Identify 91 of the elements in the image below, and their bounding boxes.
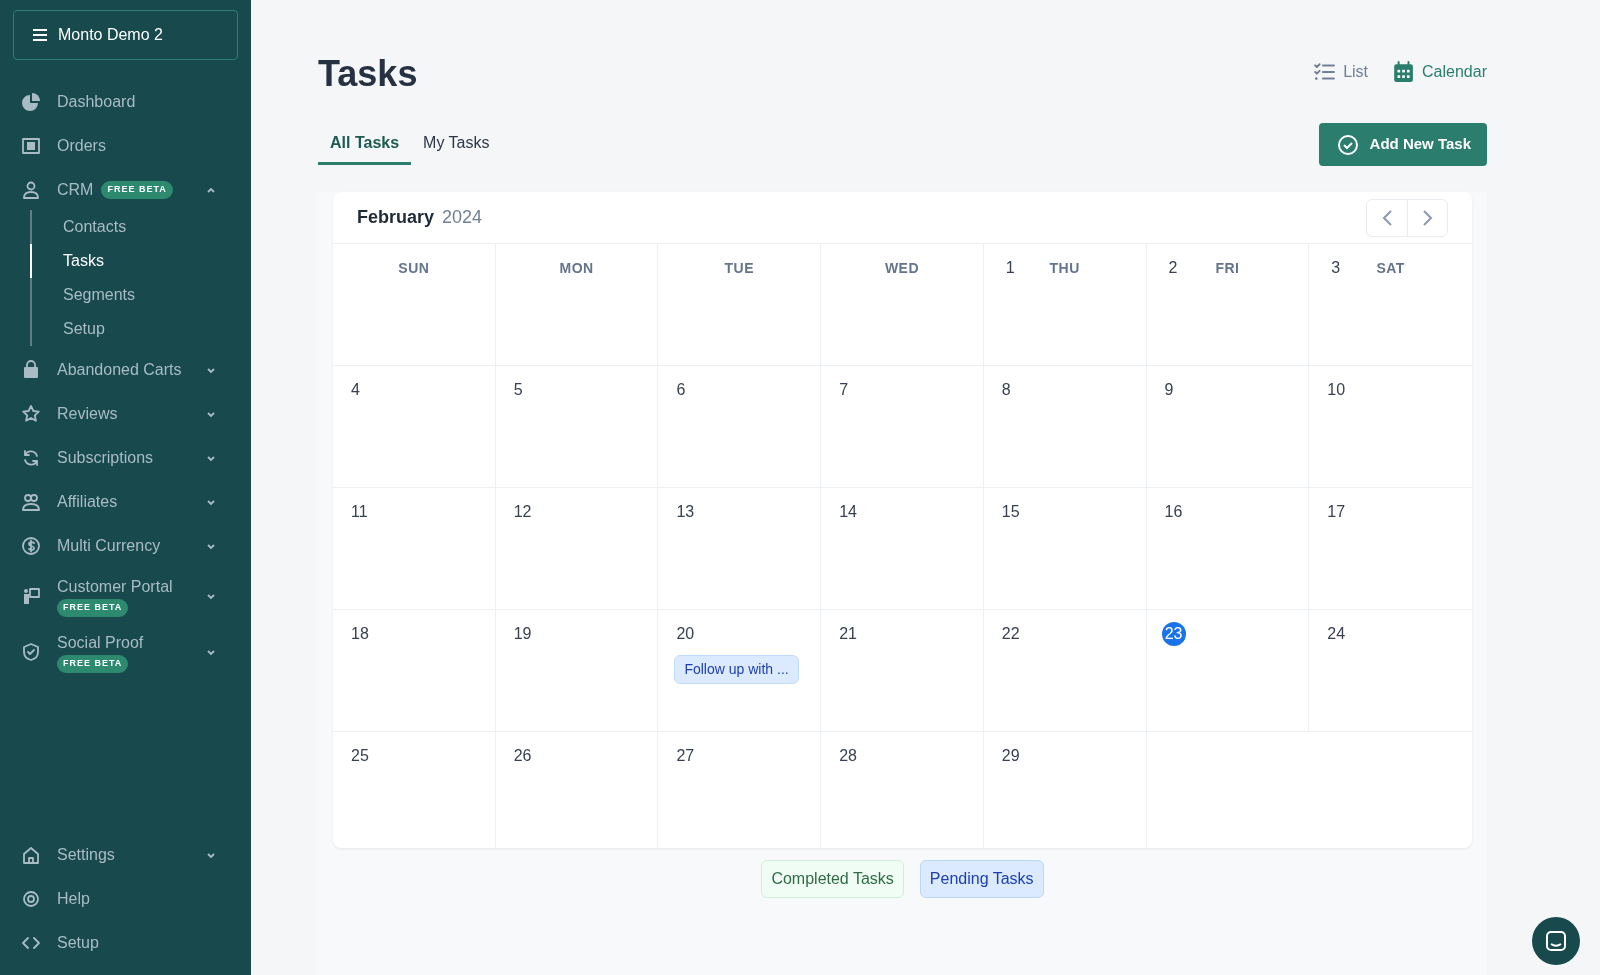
shopping-bag-icon bbox=[21, 360, 41, 380]
beta-badge: FREE BETA bbox=[57, 655, 129, 673]
document-icon bbox=[21, 136, 41, 156]
day-number: 25 bbox=[351, 746, 369, 767]
tab[interactable]: My Tasks bbox=[411, 125, 502, 166]
today-date: 23 bbox=[1161, 622, 1186, 647]
sidebar-item[interactable]: Setup bbox=[13, 923, 238, 963]
day-number: 5 bbox=[513, 380, 523, 401]
day-number: 16 bbox=[1164, 502, 1183, 523]
menu-icon bbox=[32, 28, 48, 42]
weekday-label: SUN bbox=[397, 259, 431, 279]
item-label: CRM bbox=[57, 180, 94, 200]
day-number: 26 bbox=[513, 746, 532, 767]
dollar-circle-icon bbox=[21, 536, 41, 556]
day-number: 8 bbox=[1001, 380, 1011, 401]
user-icon bbox=[21, 180, 41, 200]
day-number: 6 bbox=[676, 380, 686, 401]
weekday-label: WED bbox=[883, 259, 921, 279]
sidebar-item[interactable]: Reviews bbox=[13, 394, 238, 434]
legend-tag: Pending Tasks bbox=[919, 860, 1044, 899]
weekday-label: SAT bbox=[1375, 259, 1406, 279]
weekday-label: MON bbox=[558, 259, 595, 279]
weekday-label: FRI bbox=[1214, 259, 1241, 279]
day-number: 14 bbox=[839, 502, 857, 523]
tab[interactable]: All Tasks bbox=[318, 125, 412, 166]
calendar-icon bbox=[1392, 61, 1415, 83]
day-number: 11 bbox=[351, 502, 368, 523]
day-number: 18 bbox=[351, 624, 369, 645]
task-chip[interactable]: Follow up with ... bbox=[674, 655, 799, 685]
day-number: 19 bbox=[513, 624, 532, 645]
day-number: 22 bbox=[1001, 624, 1020, 645]
day-number: 4 bbox=[351, 380, 360, 401]
sidebar-item[interactable]: Social Proof FREE BETA bbox=[13, 626, 238, 678]
sidebar-item[interactable]: Dashboard bbox=[13, 82, 238, 122]
sidebar-item[interactable]: Help bbox=[13, 879, 238, 919]
sidebar-item[interactable]: CRM FREE BETA bbox=[13, 170, 238, 210]
sidebar-item[interactable]: Orders bbox=[13, 126, 238, 166]
sidebar-item[interactable]: Affiliates bbox=[13, 482, 238, 522]
refresh-icon bbox=[21, 448, 41, 468]
chat-button[interactable] bbox=[1532, 917, 1580, 965]
day-number: 29 bbox=[1001, 746, 1020, 767]
submenu-item[interactable]: Segments bbox=[30, 278, 236, 312]
day-number: 21 bbox=[839, 624, 857, 645]
day-number: 17 bbox=[1327, 502, 1346, 523]
item-label: Social Proof bbox=[57, 633, 144, 654]
year-label: 2024 bbox=[442, 206, 483, 230]
day-number: 15 bbox=[1001, 502, 1020, 523]
workspace-switcher[interactable]: Monto Demo 2 bbox=[13, 10, 238, 60]
sidebar-item[interactable]: Settings bbox=[13, 835, 238, 875]
page-title: Tasks bbox=[318, 52, 418, 96]
submenu-item[interactable]: Setup bbox=[30, 312, 236, 346]
item-label: Customer Portal bbox=[57, 577, 173, 598]
add-new-task-button[interactable]: Add New Task bbox=[1318, 123, 1487, 167]
beta-badge: FREE BETA bbox=[57, 599, 129, 617]
day-number: 2 bbox=[1167, 258, 1179, 279]
day-number: 24 bbox=[1327, 624, 1346, 645]
shield-check-icon bbox=[21, 642, 41, 662]
day-number: 7 bbox=[839, 380, 849, 401]
day-number: 3 bbox=[1330, 258, 1342, 279]
house-icon bbox=[21, 845, 41, 865]
day-number: 28 bbox=[839, 746, 857, 767]
day-number: 9 bbox=[1164, 380, 1174, 401]
day-number: 1 bbox=[1004, 258, 1016, 279]
submenu-item[interactable]: Contacts bbox=[30, 210, 236, 244]
chat-icon bbox=[1545, 930, 1567, 952]
legend-tag: Completed Tasks bbox=[761, 860, 904, 899]
people-icon bbox=[21, 492, 41, 512]
checklist-icon bbox=[1313, 61, 1336, 83]
submenu-item[interactable]: Tasks bbox=[30, 244, 236, 278]
sidebar-item[interactable]: Abandoned Carts bbox=[13, 350, 238, 390]
day-number: 12 bbox=[513, 502, 532, 523]
day-number: 27 bbox=[676, 746, 695, 767]
weekday-label: THU bbox=[1048, 259, 1081, 279]
view-toggle[interactable]: Calendar bbox=[1392, 60, 1487, 84]
sidebar-item[interactable]: Multi Currency bbox=[13, 526, 238, 566]
weekday-label: TUE bbox=[723, 259, 756, 279]
month-label: February bbox=[357, 206, 435, 230]
chevron-left-icon bbox=[1381, 208, 1393, 227]
pie-chart-icon bbox=[21, 92, 41, 112]
day-number: 10 bbox=[1327, 380, 1346, 401]
sidebar-item[interactable]: Customer Portal FREE BETA bbox=[13, 570, 238, 622]
presenter-icon bbox=[21, 586, 41, 606]
star-icon bbox=[21, 404, 41, 424]
day-number: 13 bbox=[676, 502, 695, 523]
lifebuoy-icon bbox=[21, 889, 41, 909]
sidebar-item[interactable]: Subscriptions bbox=[13, 438, 238, 478]
day-number: 20 bbox=[676, 624, 695, 645]
check-circle-icon bbox=[1336, 133, 1359, 156]
chevron-right-icon bbox=[1421, 208, 1434, 227]
view-toggle[interactable]: List bbox=[1313, 60, 1369, 84]
beta-badge: FREE BETA bbox=[101, 181, 173, 199]
